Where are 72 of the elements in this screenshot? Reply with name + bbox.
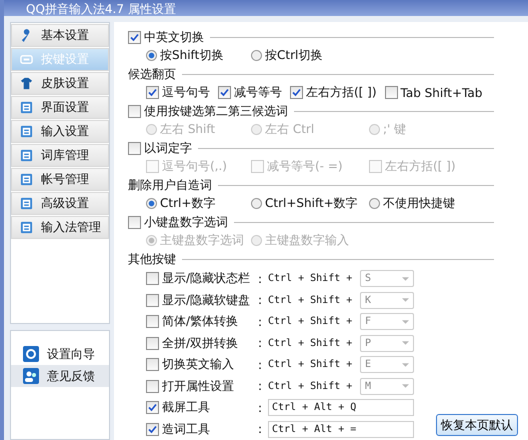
- checkbox[interactable]: 造词工具: [146, 420, 258, 438]
- radio-button[interactable]: Ctrl+数字: [146, 195, 251, 212]
- sidebar-item[interactable]: 词库管理: [11, 144, 109, 167]
- window-title: QQ拼音输入法4.7 属性设置: [26, 2, 176, 16]
- separator: :: [258, 314, 264, 329]
- sidebar-item[interactable]: 界面设置: [11, 96, 109, 119]
- checkbox[interactable]: 简体/繁体转换: [146, 313, 258, 330]
- radio-button[interactable]: 按Ctrl切换: [251, 47, 369, 64]
- key-dropdown[interactable]: M: [360, 378, 414, 395]
- checkbox[interactable]: 减号等号: [218, 84, 282, 101]
- people-icon: [23, 368, 39, 384]
- separator: :: [258, 400, 264, 415]
- checkbox[interactable]: 截屏工具: [146, 399, 258, 416]
- separator: :: [258, 336, 264, 350]
- separator: :: [258, 358, 264, 372]
- separator: :: [258, 293, 264, 308]
- key-combo: Ctrl + Shift +: [268, 338, 354, 349]
- settings-page-icon: [20, 53, 33, 66]
- radio-button[interactable]: Ctrl+Shift+数字: [251, 195, 369, 212]
- sidebar-link[interactable]: 设置向导: [11, 343, 109, 365]
- sidebar-item[interactable]: 输入法管理: [11, 216, 109, 239]
- caret-icon: [402, 298, 409, 302]
- checkbox[interactable]: 逗号句号: [146, 84, 210, 101]
- group-title: 删除用户自造词: [128, 176, 212, 194]
- radio-button[interactable]: 按Shift切换: [146, 47, 251, 64]
- settings-page-icon: [20, 197, 33, 210]
- group-title: 候选翻页: [128, 66, 176, 82]
- caret-icon: [402, 276, 409, 281]
- checkbox[interactable]: 以词定字: [128, 140, 192, 156]
- group-title: 其他按键: [128, 250, 176, 268]
- checkbox[interactable]: 切换英文输入: [146, 356, 258, 374]
- checkbox[interactable]: Tab Shift+Tab: [384, 86, 482, 100]
- key-combo: Ctrl + Shift +: [268, 316, 354, 328]
- checkbox[interactable]: 显示/隐藏软键盘: [146, 292, 258, 309]
- key-dropdown[interactable]: F: [360, 313, 414, 330]
- sidebar-item[interactable]: 基本设置: [11, 24, 109, 47]
- checkbox[interactable]: 小键盘数字选词: [128, 214, 228, 230]
- caret-icon: [402, 384, 409, 388]
- sidebar-item[interactable]: 输入设置: [11, 120, 109, 143]
- key-combo: Ctrl + Shift +: [268, 380, 354, 392]
- separator: :: [258, 379, 264, 394]
- caret-icon: [402, 320, 409, 324]
- separator: :: [258, 422, 264, 436]
- checkbox[interactable]: 中英文切换: [128, 28, 204, 46]
- checkbox[interactable]: 打开属性设置: [146, 378, 258, 395]
- key-combo: Ctrl + Shift +: [268, 294, 354, 306]
- settings-page-icon: [20, 149, 33, 162]
- key-dropdown[interactable]: E: [360, 356, 414, 374]
- sidebar-item[interactable]: 皮肤设置: [11, 72, 109, 95]
- reset-button[interactable]: 恢复本页默认: [436, 414, 518, 436]
- key-dropdown[interactable]: K: [360, 292, 414, 309]
- separator: :: [258, 272, 264, 286]
- checkbox[interactable]: 全拼/双拼转换: [146, 334, 258, 352]
- key-combo: Ctrl + Shift +: [268, 359, 354, 370]
- sidebar-item[interactable]: 帐号管理: [11, 168, 109, 191]
- settings-page-icon: [20, 101, 33, 114]
- shirt-icon: [20, 77, 33, 90]
- caret-icon: [402, 341, 409, 346]
- shortcut-field[interactable]: Ctrl + Alt + =: [268, 420, 414, 438]
- settings-page-icon: [20, 221, 33, 234]
- caret-icon: [402, 362, 409, 367]
- checkbox[interactable]: 显示/隐藏状态栏: [146, 270, 258, 288]
- shortcut-field[interactable]: Ctrl + Alt + Q: [268, 399, 414, 416]
- radio-button[interactable]: 不使用快捷键: [369, 195, 455, 212]
- settings-page-icon: [20, 125, 33, 138]
- checkbox[interactable]: 使用按键选第二第三候选词: [128, 102, 288, 120]
- key-combo: Ctrl + Shift +: [268, 273, 354, 284]
- key-dropdown[interactable]: P: [360, 334, 414, 352]
- checkbox[interactable]: 左右方括([ ]): [290, 84, 377, 101]
- sidebar-link[interactable]: 意见反馈: [11, 365, 109, 387]
- key-dropdown[interactable]: S: [360, 270, 414, 288]
- sidebar-item[interactable]: 高级设置: [11, 192, 109, 215]
